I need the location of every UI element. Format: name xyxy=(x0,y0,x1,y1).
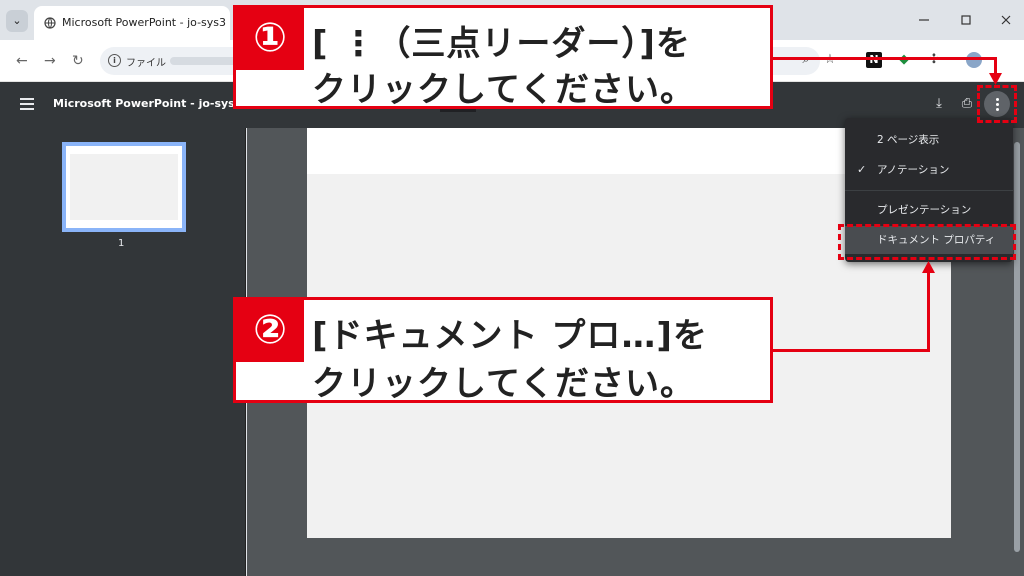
callout-step-1: ① [ ⋮（三点リーダー）]を クリックしてください。 xyxy=(233,5,773,110)
hamburger-menu-icon[interactable] xyxy=(20,98,34,110)
back-icon[interactable]: ← xyxy=(16,54,28,68)
thumbnail-content xyxy=(70,154,178,220)
reload-icon[interactable]: ↻ xyxy=(72,54,84,68)
menu-divider xyxy=(845,190,1013,191)
menu-item-annotations[interactable]: ✓ アノテーション xyxy=(845,156,1013,184)
highlight-document-properties xyxy=(838,224,1016,260)
minimize-icon[interactable] xyxy=(918,14,930,26)
tab-title: Microsoft PowerPoint - jo-sys3. xyxy=(62,16,226,29)
globe-icon xyxy=(44,17,56,29)
thumbnail-sidebar: 1 xyxy=(0,128,246,576)
highlight-more-button xyxy=(977,85,1017,123)
tab-search-button[interactable]: ⌄ xyxy=(6,10,28,32)
step-1-line-1: [ ⋮（三点リーダー）]を xyxy=(312,24,691,64)
extensions-icon[interactable]: ✣ xyxy=(926,52,942,68)
browser-tab[interactable]: Microsoft PowerPoint - jo-sys3. xyxy=(34,6,230,40)
notion-extension-icon[interactable]: N xyxy=(866,52,882,68)
step-1-line-2: クリックしてください。 xyxy=(312,70,695,110)
maximize-icon[interactable] xyxy=(960,14,972,26)
checkmark-icon: ✓ xyxy=(857,163,867,176)
menu-item-two-page-view[interactable]: 2 ページ表示 xyxy=(845,126,1013,154)
forward-icon[interactable]: → xyxy=(44,54,56,68)
menu-item-label: 2 ページ表示 xyxy=(877,134,940,146)
close-icon[interactable] xyxy=(1000,14,1012,26)
address-scheme-label: ファイル xyxy=(126,58,166,69)
avatar[interactable] xyxy=(966,52,982,68)
vertical-scrollbar[interactable] xyxy=(1012,130,1022,560)
arrow-up-icon xyxy=(922,261,935,273)
menu-item-presentation[interactable]: プレゼンテーション xyxy=(845,196,1013,224)
step-2-badge: ② xyxy=(236,300,304,362)
connector-line-2-vertical xyxy=(927,272,930,352)
step-2-line-1: [ドキュメント プロ…]を xyxy=(312,316,708,356)
menu-item-label: プレゼンテーション xyxy=(877,204,972,216)
step-2-line-2: クリックしてください。 xyxy=(312,364,695,404)
connector-line-1 xyxy=(772,57,996,60)
menu-item-label: アノテーション xyxy=(877,164,950,176)
print-icon[interactable]: ⎙ xyxy=(957,94,977,114)
shield-extension-icon[interactable]: ◆ xyxy=(896,52,912,68)
scrollbar-thumb[interactable] xyxy=(1014,142,1020,552)
connector-line-2 xyxy=(772,349,930,352)
zoom-icon[interactable]: ⌕ xyxy=(798,52,814,68)
info-icon[interactable]: i xyxy=(108,54,121,67)
step-1-badge: ① xyxy=(236,8,304,70)
bookmark-star-icon[interactable]: ☆ xyxy=(822,52,838,68)
page-thumbnail[interactable] xyxy=(62,142,186,232)
arrow-down-icon xyxy=(989,73,1002,85)
thumbnail-page-number: 1 xyxy=(118,238,125,249)
callout-step-2: ② [ドキュメント プロ…]を クリックしてください。 xyxy=(233,297,773,404)
download-icon[interactable]: ⤓ xyxy=(929,94,949,114)
